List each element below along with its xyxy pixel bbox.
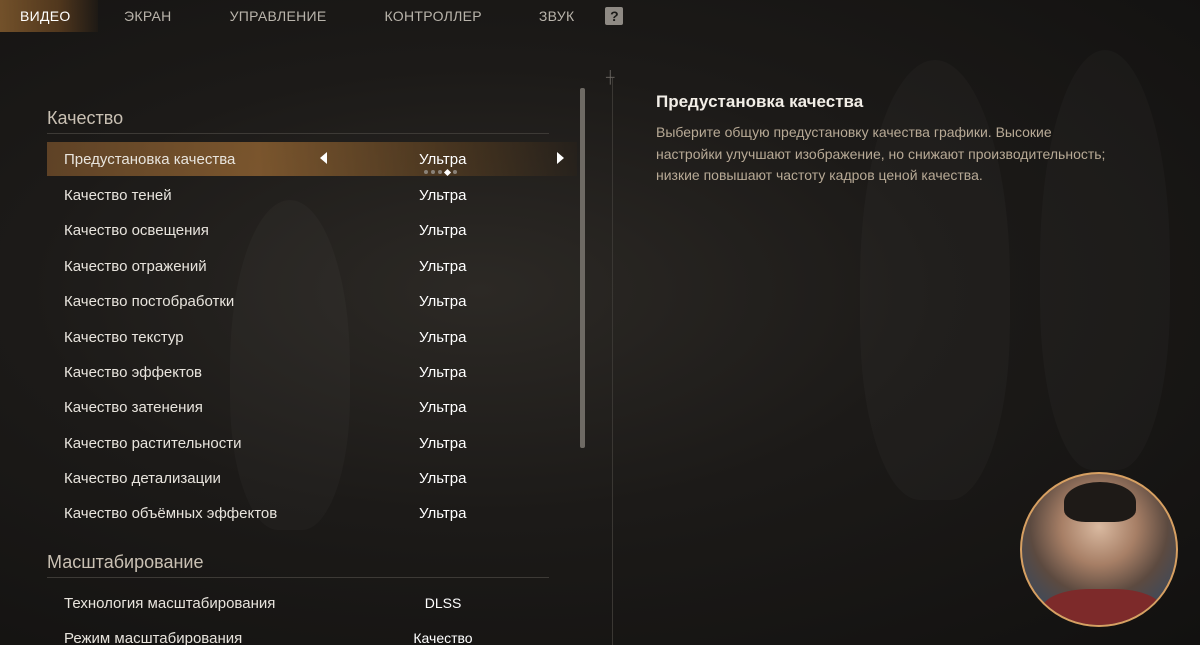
setting-row-upscaling-mode[interactable]: Режим масштабирования Качество [47,621,577,645]
setting-label: Качество затенения [64,399,203,416]
section-divider [47,133,549,134]
setting-value: Ультра [419,293,467,310]
setting-label: Качество теней [64,187,172,204]
setting-row-shadow-quality[interactable]: Качество теней Ультра [47,178,577,212]
avatar-costume [1042,589,1162,625]
section-title-quality: Качество [47,108,124,128]
panel-divider [612,78,613,645]
option-dot [453,170,457,174]
setting-value: Ультра [419,435,467,452]
setting-row-reflection-quality[interactable]: Качество отражений Ультра [47,249,577,283]
setting-label: Качество постобработки [64,293,235,310]
section-divider [47,577,549,578]
setting-value: Ультра [419,151,467,168]
help-icon[interactable]: ? [605,7,624,25]
setting-value: Ультра [419,505,467,522]
setting-value: Ультра [419,399,467,416]
tab-controls[interactable]: УПРАВЛЕНИЕ [230,0,327,32]
description-text: Выберите общую предустановку качества гр… [656,124,1106,183]
setting-row-shading-quality[interactable]: Качество затенения Ультра [47,390,577,424]
arrow-left-icon[interactable] [320,152,327,164]
setting-value: Ультра [419,364,467,381]
settings-scrollbar[interactable] [580,88,585,448]
tab-screen[interactable]: ЭКРАН [124,0,172,32]
setting-label: Режим масштабирования [64,630,243,645]
setting-row-quality-preset[interactable]: Предустановка качества Ультра [47,142,577,176]
option-dot [431,170,435,174]
setting-row-upscaling-technology[interactable]: Технология масштабирования DLSS [47,586,577,620]
setting-label: Качество отражений [64,258,207,275]
setting-label: Качество текстур [64,329,184,346]
divider-ornament-icon: ┼ [606,70,615,84]
setting-value: Качество [413,630,473,645]
preset-position-dots [424,168,457,176]
setting-value: Ультра [419,258,467,275]
avatar-hair [1064,482,1136,522]
tab-video[interactable]: ВИДЕО [0,0,98,32]
setting-label: Предустановка качества [64,151,236,168]
setting-label: Качество освещения [64,222,209,239]
tab-controller[interactable]: КОНТРОЛЛЕР [385,0,482,32]
setting-value: DLSS [424,595,462,611]
setting-label: Технология масштабирования [64,595,276,612]
arrow-right-icon[interactable] [557,152,564,164]
background-skeleton-figure [1040,50,1170,470]
option-dot [438,170,442,174]
option-dot-active [443,168,452,176]
setting-value: Ультра [419,222,467,239]
setting-row-postprocess-quality[interactable]: Качество постобработки Ультра [47,284,577,318]
setting-row-foliage-quality[interactable]: Качество растительности Ультра [47,426,577,460]
setting-row-effects-quality[interactable]: Качество эффектов Ультра [47,355,577,389]
tab-sound[interactable]: ЗВУК [539,0,575,32]
option-dot [424,170,428,174]
setting-row-lighting-quality[interactable]: Качество освещения Ультра [47,213,577,247]
setting-label: Качество объёмных эффектов [64,505,278,522]
setting-label: Качество детализации [64,470,221,487]
description-title: Предустановка качества [656,92,864,111]
setting-row-detail-quality[interactable]: Качество детализации Ультра [47,461,577,495]
setting-value: Ультра [419,187,467,204]
setting-row-texture-quality[interactable]: Качество текстур Ультра [47,320,577,354]
setting-value: Ультра [419,329,467,346]
setting-value: Ультра [419,470,467,487]
setting-row-volumetric-quality[interactable]: Качество объёмных эффектов Ультра [47,496,577,530]
player-avatar [1020,472,1178,627]
setting-label: Качество растительности [64,435,242,452]
setting-label: Качество эффектов [64,364,203,381]
top-nav: ВИДЕО ЭКРАН УПРАВЛЕНИЕ КОНТРОЛЛЕР ЗВУК ? [0,0,1200,32]
section-title-scaling: Масштабирование [47,552,204,572]
